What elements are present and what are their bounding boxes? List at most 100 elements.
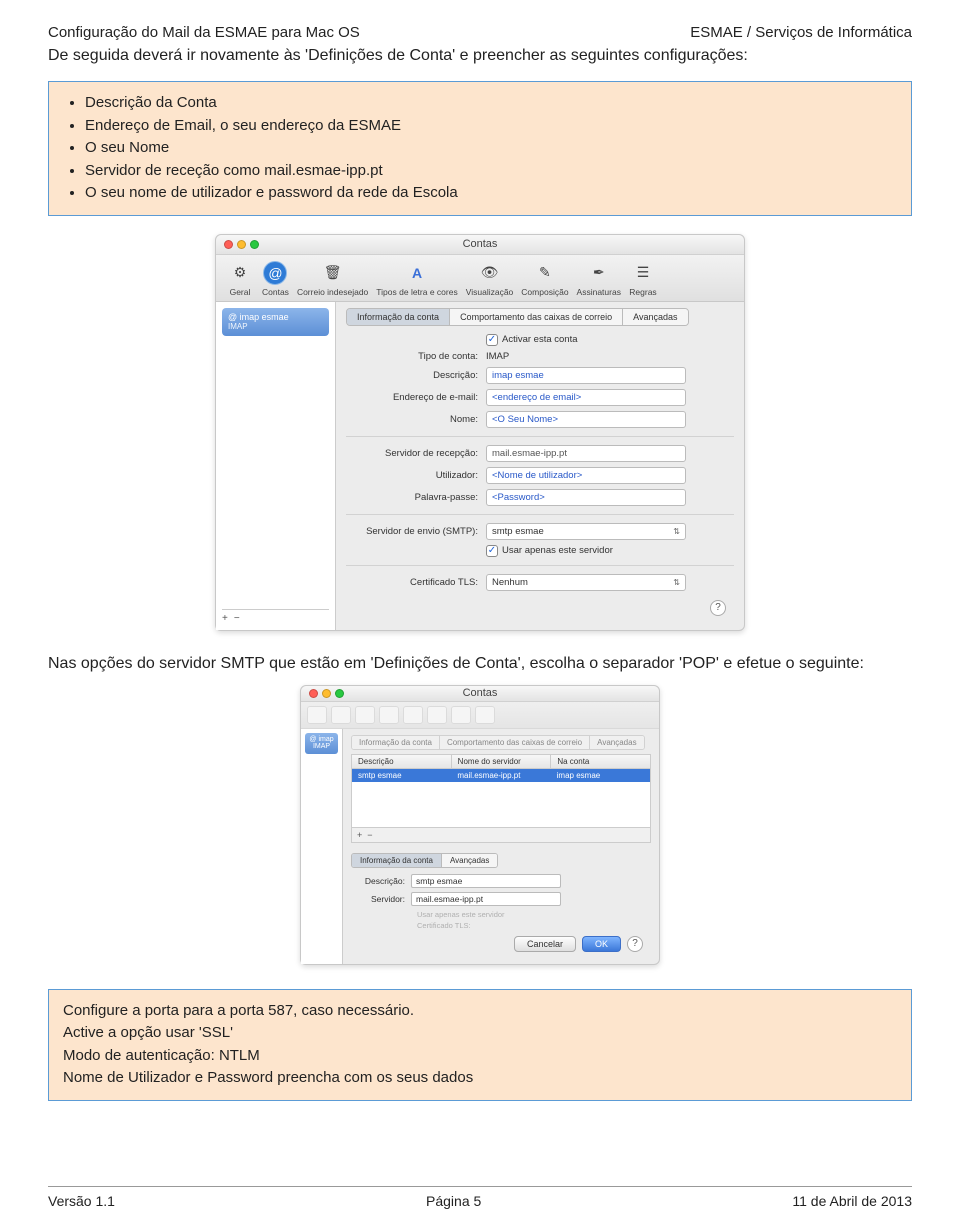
accounts-sidebar: @ imap esmae IMAP + − <box>216 302 336 630</box>
toolbar-geral[interactable]: ⚙Geral <box>226 261 254 297</box>
mail-preferences-window: Contas ⚙Geral @Contas 🗑Correio indesejad… <box>215 234 745 631</box>
remove-smtp-button[interactable]: − <box>367 830 372 840</box>
smtp-table-header: Descrição Nome do servidor Na conta <box>351 754 651 768</box>
toolbar-rules[interactable]: ☰Regras <box>629 261 657 297</box>
smtp-servers-window: Contas @ imap IMAP <box>300 685 660 965</box>
smtp-label: Servidor de envio (SMTP): <box>346 526 486 537</box>
instruction-box-2: Configure a porta para a porta 587, caso… <box>48 989 912 1101</box>
signature-icon: ✒ <box>585 261 613 285</box>
help-button[interactable]: ? <box>627 936 643 952</box>
add-smtp-button[interactable]: + <box>357 830 362 840</box>
smtp-detail-tabs: Informação da conta Avançadas <box>351 853 498 868</box>
toolbar-icon <box>403 706 423 724</box>
account-type-label: IMAP <box>307 743 336 751</box>
instruction-line: Modo de autenticação: NTLM <box>63 1045 897 1068</box>
chevron-updown-icon: ⇅ <box>673 578 680 587</box>
chevron-updown-icon: ⇅ <box>673 527 680 536</box>
sidebar-account-item[interactable]: @ imap IMAP <box>305 733 338 754</box>
tab-info[interactable]: Informação da conta <box>352 854 442 867</box>
table-row[interactable]: smtp esmae mail.esmae-ipp.pt imap esmae <box>352 769 650 782</box>
remove-account-button[interactable]: − <box>234 613 240 624</box>
toolbar-icon <box>379 706 399 724</box>
toolbar-icon <box>355 706 375 724</box>
gear-icon: ⚙ <box>226 261 254 285</box>
username-field[interactable]: <Nome de utilizador> <box>486 467 686 484</box>
add-account-button[interactable]: + <box>222 613 228 624</box>
username-label: Utilizador: <box>346 470 486 481</box>
page-header-left: Configuração do Mail da ESMAE para Mac O… <box>48 24 360 41</box>
footer-date: 11 de Abril de 2013 <box>792 1193 912 1209</box>
footer-version: Versão 1.1 <box>48 1193 115 1209</box>
toolbar-icon <box>451 706 471 724</box>
account-type-label: IMAP <box>228 322 323 332</box>
password-field[interactable]: <Password> <box>486 489 686 506</box>
smtp-server-label: Servidor: <box>351 894 411 904</box>
toolbar-view[interactable]: 👁Visualização <box>466 261 514 297</box>
intro-paragraph: De seguida deverá ir novamente às 'Defin… <box>48 47 912 65</box>
window-title: Contas <box>216 238 744 250</box>
account-type-label: Tipo de conta: <box>346 351 486 362</box>
smtp-only-checkbox[interactable]: ✓ Usar apenas este servidor <box>486 545 613 557</box>
list-item: O seu nome de utilizador e password da r… <box>85 182 897 205</box>
footer-page-number: Página 5 <box>426 1193 481 1209</box>
sidebar-account-item[interactable]: @ imap esmae IMAP <box>222 308 329 336</box>
tab-advanced[interactable]: Avançadas <box>442 854 497 867</box>
window-titlebar: Contas <box>301 686 659 702</box>
toolbar-compose[interactable]: ✎Composição <box>521 261 568 297</box>
activate-account-checkbox[interactable]: ✓ Activar esta conta <box>486 334 578 346</box>
mid-paragraph: Nas opções do servidor SMTP que estão em… <box>48 655 912 673</box>
smtp-desc-label: Descrição: <box>351 876 411 886</box>
list-item: Descrição da Conta <box>85 92 897 115</box>
col-servidor: Nome do servidor <box>452 755 552 768</box>
list-item: Servidor de receção como mail.esmae-ipp.… <box>85 160 897 183</box>
accounts-sidebar: @ imap IMAP <box>301 729 343 964</box>
toolbar-fonts[interactable]: ATipos de letra e cores <box>376 261 457 297</box>
instruction-line: Nome de Utilizador e Password preencha c… <box>63 1067 897 1090</box>
email-label: Endereço de e-mail: <box>346 392 486 403</box>
fonts-icon: A <box>403 261 431 285</box>
eye-icon: 👁 <box>476 261 504 285</box>
toolbar-icon <box>475 706 495 724</box>
account-name: @ imap <box>307 736 336 744</box>
toolbar-signatures[interactable]: ✒Assinaturas <box>577 261 621 297</box>
toolbar-icon <box>331 706 351 724</box>
tls-select[interactable]: Nenhum⇅ <box>486 574 686 591</box>
tab-info: Informação da conta <box>352 736 440 749</box>
smtp-table: smtp esmae mail.esmae-ipp.pt imap esmae <box>351 768 651 828</box>
account-tabs-disabled: Informação da conta Comportamento das ca… <box>351 735 645 750</box>
disabled-option: Usar apenas este servidor <box>417 910 651 919</box>
password-label: Palavra-passe: <box>346 492 486 503</box>
description-label: Descrição: <box>346 370 486 381</box>
checkbox-icon: ✓ <box>486 334 498 346</box>
at-icon: @ <box>263 261 287 285</box>
help-button[interactable]: ? <box>710 600 726 616</box>
description-field[interactable]: imap esmae <box>486 367 686 384</box>
tab-advanced: Avançadas <box>590 736 643 749</box>
smtp-server-field[interactable]: mail.esmae-ipp.pt <box>411 892 561 906</box>
page-header-right: ESMAE / Serviços de Informática <box>690 24 912 41</box>
tab-info[interactable]: Informação da conta <box>347 309 450 325</box>
account-name: @ imap esmae <box>228 312 323 323</box>
smtp-select[interactable]: smtp esmae⇅ <box>486 523 686 540</box>
name-field[interactable]: <O Seu Nome> <box>486 411 686 428</box>
list-item: Endereço de Email, o seu endereço da ESM… <box>85 115 897 138</box>
list-item: O seu Nome <box>85 137 897 160</box>
tab-mailbox-behavior: Comportamento das caixas de correio <box>440 736 590 749</box>
disabled-option: Certificado TLS: <box>417 921 651 930</box>
junk-icon: 🗑 <box>319 261 347 285</box>
toolbar-contas[interactable]: @Contas <box>262 261 289 297</box>
rules-icon: ☰ <box>629 261 657 285</box>
window-title: Contas <box>301 687 659 699</box>
incoming-server-field[interactable]: mail.esmae-ipp.pt <box>486 445 686 462</box>
window-titlebar: Contas <box>216 235 744 255</box>
page-footer: Versão 1.1 Página 5 11 de Abril de 2013 <box>48 1186 912 1209</box>
email-field[interactable]: <endereço de email> <box>486 389 686 406</box>
ok-button[interactable]: OK <box>582 936 621 952</box>
tab-advanced[interactable]: Avançadas <box>623 309 687 325</box>
prefs-toolbar-disabled <box>301 702 659 729</box>
cancel-button[interactable]: Cancelar <box>514 936 576 952</box>
smtp-desc-field[interactable]: smtp esmae <box>411 874 561 888</box>
tab-mailbox-behavior[interactable]: Comportamento das caixas de correio <box>450 309 623 325</box>
toolbar-junk[interactable]: 🗑Correio indesejado <box>297 261 368 297</box>
tls-label: Certificado TLS: <box>346 577 486 588</box>
